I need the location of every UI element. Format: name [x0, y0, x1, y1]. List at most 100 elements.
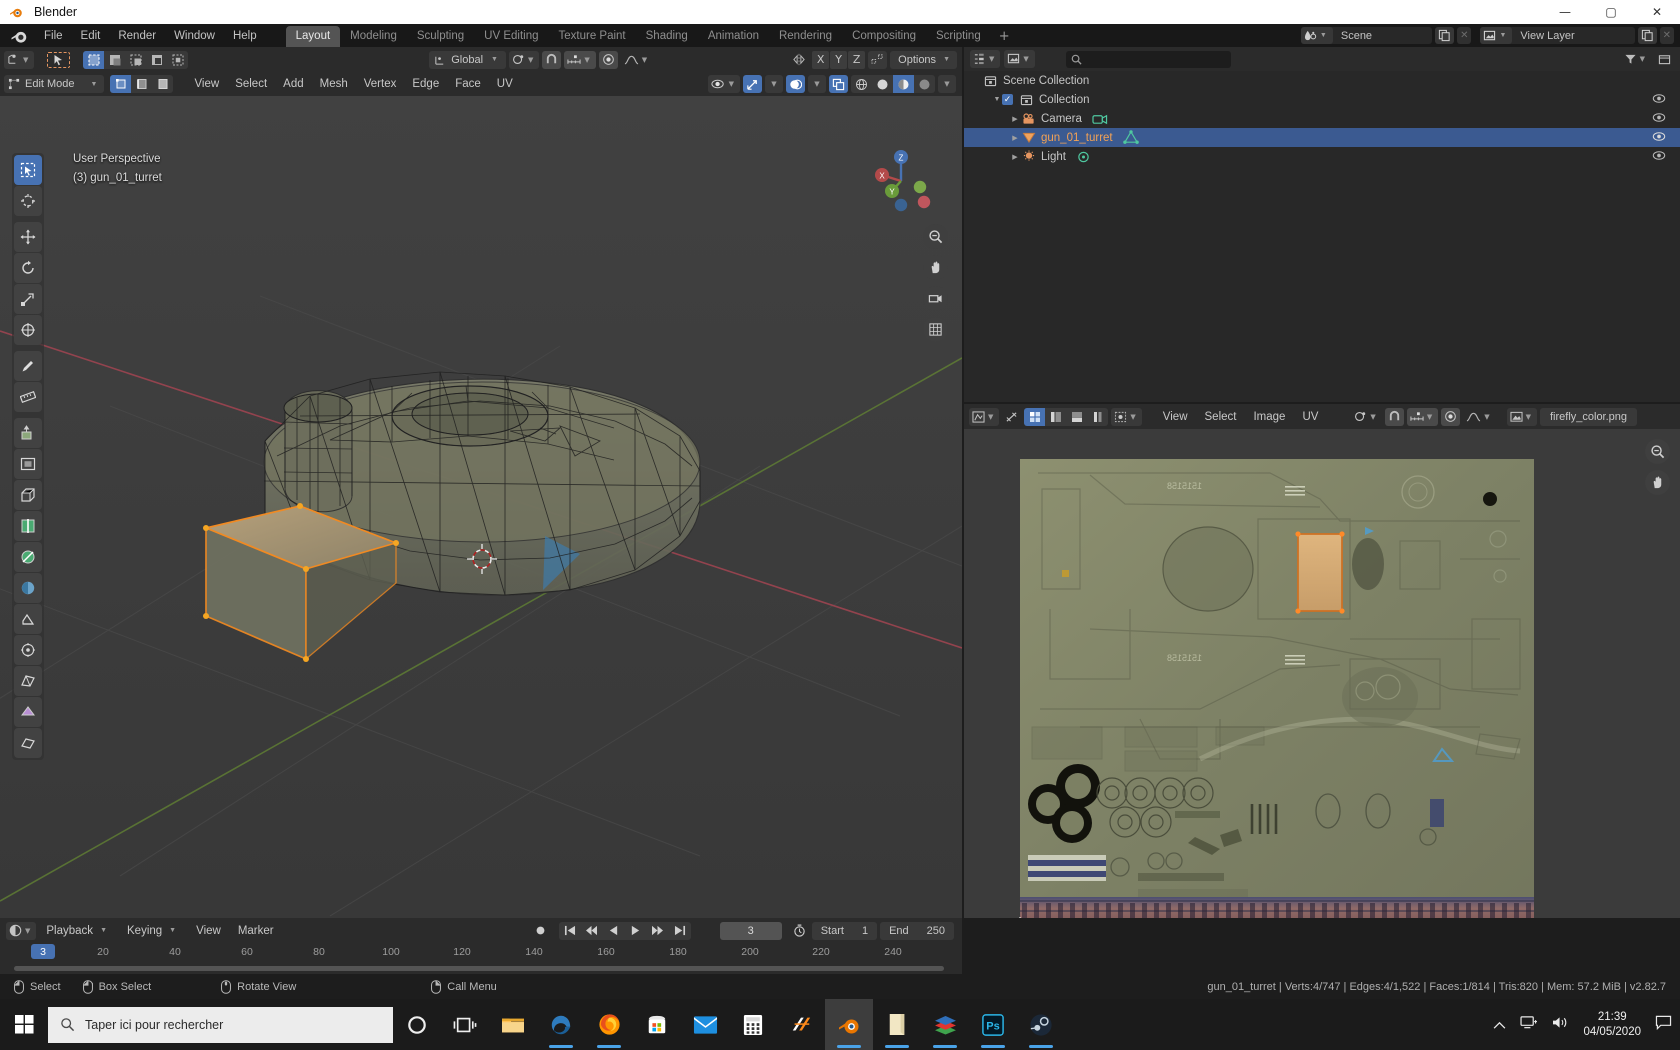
menu-help[interactable]: Help — [224, 27, 266, 45]
duplicate-icon[interactable] — [1435, 27, 1455, 44]
magnet-icon[interactable] — [542, 50, 562, 69]
uv-canvas[interactable]: 1515158 1515158 — [964, 429, 1680, 918]
viewport-canvas[interactable]: User Perspective (3) gun_01_turret Z X Y — [0, 96, 962, 918]
remove-view-layer-icon[interactable]: ✕ — [1659, 27, 1674, 44]
collection-checkbox[interactable]: ✓ — [1002, 94, 1013, 105]
menu-edit[interactable]: Edit — [72, 27, 110, 45]
edge-slide-tool[interactable] — [14, 666, 42, 696]
viewport-menu-view[interactable]: View — [187, 76, 226, 92]
file-explorer-icon[interactable] — [489, 999, 537, 1050]
zoom-icon[interactable] — [923, 224, 948, 249]
extrude-region-tool[interactable] — [14, 418, 42, 448]
mirror-axis-z[interactable]: Z — [848, 50, 866, 69]
pan-icon[interactable] — [1645, 470, 1670, 495]
tweak-tool-icon[interactable] — [46, 50, 72, 69]
tab-animation[interactable]: Animation — [698, 26, 769, 47]
volume-icon[interactable] — [1552, 1015, 1569, 1034]
uv-menu-view[interactable]: View — [1156, 409, 1195, 425]
windows-start-icon[interactable] — [0, 999, 48, 1050]
knife-tool[interactable] — [14, 542, 42, 572]
visibility-eye-icon[interactable] — [1652, 131, 1666, 145]
funnel-icon[interactable]: ▼ — [1621, 50, 1651, 68]
rotate-tool[interactable] — [14, 253, 42, 283]
taskbar-search-input[interactable]: Taper ici pour rechercher — [48, 1006, 393, 1043]
record-icon[interactable] — [531, 922, 550, 940]
winrar-icon[interactable] — [921, 999, 969, 1050]
loop-cut-tool[interactable] — [14, 511, 42, 541]
outliner-row-collection[interactable]: ▼ ✓ Collection — [964, 90, 1680, 109]
viewport-menu-edge[interactable]: Edge — [405, 76, 446, 92]
play-reverse-button[interactable] — [603, 922, 625, 940]
xray-icon[interactable] — [829, 75, 848, 93]
timeline-playhead[interactable]: 3 — [31, 944, 55, 959]
shrink-fatten-tool[interactable] — [14, 697, 42, 727]
select-set-icon[interactable] — [83, 50, 105, 69]
winamp-icon[interactable] — [777, 999, 825, 1050]
proportional-edit-icon[interactable] — [1441, 407, 1461, 426]
uv-editor-icon[interactable]: ▼ — [969, 407, 1000, 426]
frame-end-field[interactable]: End 250 — [880, 921, 954, 940]
spin-tool[interactable] — [14, 604, 42, 634]
shading-solid-icon[interactable] — [872, 75, 893, 93]
annotate-tool[interactable] — [14, 351, 42, 381]
overlays-icon[interactable] — [786, 75, 805, 93]
measure-tool[interactable] — [14, 382, 42, 412]
viewport-menu-uv[interactable]: UV — [490, 76, 520, 92]
maximize-button[interactable]: ▢ — [1588, 0, 1634, 24]
timeline-menu-view[interactable]: View — [189, 923, 228, 939]
menu-render[interactable]: Render — [109, 27, 165, 45]
uv-mirror-icon[interactable] — [868, 50, 888, 69]
frame-start-field[interactable]: Start 1 — [811, 921, 878, 940]
timeline-menu-playback[interactable]: Playback ▼ — [39, 923, 117, 939]
timeline-scrollbar[interactable] — [14, 966, 944, 971]
image-browse-icon[interactable]: ▼ — [1506, 407, 1537, 426]
microsoft-store-icon[interactable] — [633, 999, 681, 1050]
expander-camera-icon[interactable]: ▶ — [1010, 115, 1020, 123]
mesh-data-icon[interactable] — [1122, 130, 1139, 145]
tab-sculpting[interactable]: Sculpting — [407, 26, 474, 47]
action-center-icon[interactable] — [1655, 1015, 1672, 1034]
next-keyframe-button[interactable] — [647, 922, 669, 940]
outliner-row-light[interactable]: ▶ Light — [964, 147, 1680, 166]
select-intersect-icon[interactable] — [167, 50, 189, 69]
view-layer-icon[interactable]: ▼ — [1480, 27, 1513, 44]
uv-face-select-icon[interactable] — [1066, 407, 1088, 426]
select-subtract-icon[interactable] — [125, 50, 147, 69]
viewport-menu-mesh[interactable]: Mesh — [313, 76, 355, 92]
editor-type-icon[interactable]: ▼ — [4, 50, 35, 69]
visibility-icon[interactable]: ▼ — [707, 75, 740, 93]
magnet-icon[interactable] — [1384, 407, 1404, 426]
shading-options-chevron-icon[interactable]: ▼ — [938, 75, 956, 93]
transform-orientation-selector[interactable]: Global ▼ — [429, 50, 506, 69]
tab-uv-editing[interactable]: UV Editing — [474, 26, 548, 47]
mirror-icon[interactable] — [789, 51, 809, 69]
show-hidden-icons-icon[interactable] — [1493, 1015, 1506, 1034]
add-workspace-button[interactable]: + — [991, 26, 1018, 47]
task-view-icon[interactable] — [441, 999, 489, 1050]
timeline-menu-marker[interactable]: Marker — [231, 923, 281, 939]
shading-material-icon[interactable] — [893, 75, 914, 93]
notepad-icon[interactable] — [873, 999, 921, 1050]
menu-file[interactable]: File — [35, 27, 72, 45]
expander-light-icon[interactable]: ▶ — [1010, 153, 1020, 161]
edge-select-icon[interactable] — [131, 75, 153, 93]
smooth-tool[interactable] — [14, 635, 42, 665]
interaction-mode-selector[interactable]: Edit Mode ▼ — [4, 75, 105, 93]
edge-icon[interactable] — [537, 999, 585, 1050]
timeline-ruler[interactable]: 3 20 40 60 80 100 120 140 160 180 200 22… — [0, 943, 962, 965]
filter-id-icon[interactable]: ▼ — [1004, 50, 1035, 68]
uv-island-select-icon[interactable] — [1087, 407, 1109, 426]
sticky-selection-icon[interactable]: ▼ — [1111, 407, 1142, 426]
camera-data-icon[interactable] — [1092, 112, 1108, 126]
falloff-icon[interactable]: ▼ — [1463, 408, 1495, 426]
tab-layout[interactable]: Layout — [285, 26, 341, 47]
jump-to-start-button[interactable] — [559, 922, 581, 940]
tab-rendering[interactable]: Rendering — [769, 26, 842, 47]
tab-compositing[interactable]: Compositing — [842, 26, 926, 47]
gizmo-options-chevron-icon[interactable]: ▼ — [765, 75, 783, 93]
blender-menu-icon[interactable] — [9, 26, 29, 46]
light-data-icon[interactable] — [1076, 150, 1091, 164]
visibility-eye-icon[interactable] — [1652, 112, 1666, 126]
outliner-row-gun-01-turret[interactable]: ▶ gun_01_turret — [964, 128, 1680, 147]
inset-faces-tool[interactable] — [14, 449, 42, 479]
